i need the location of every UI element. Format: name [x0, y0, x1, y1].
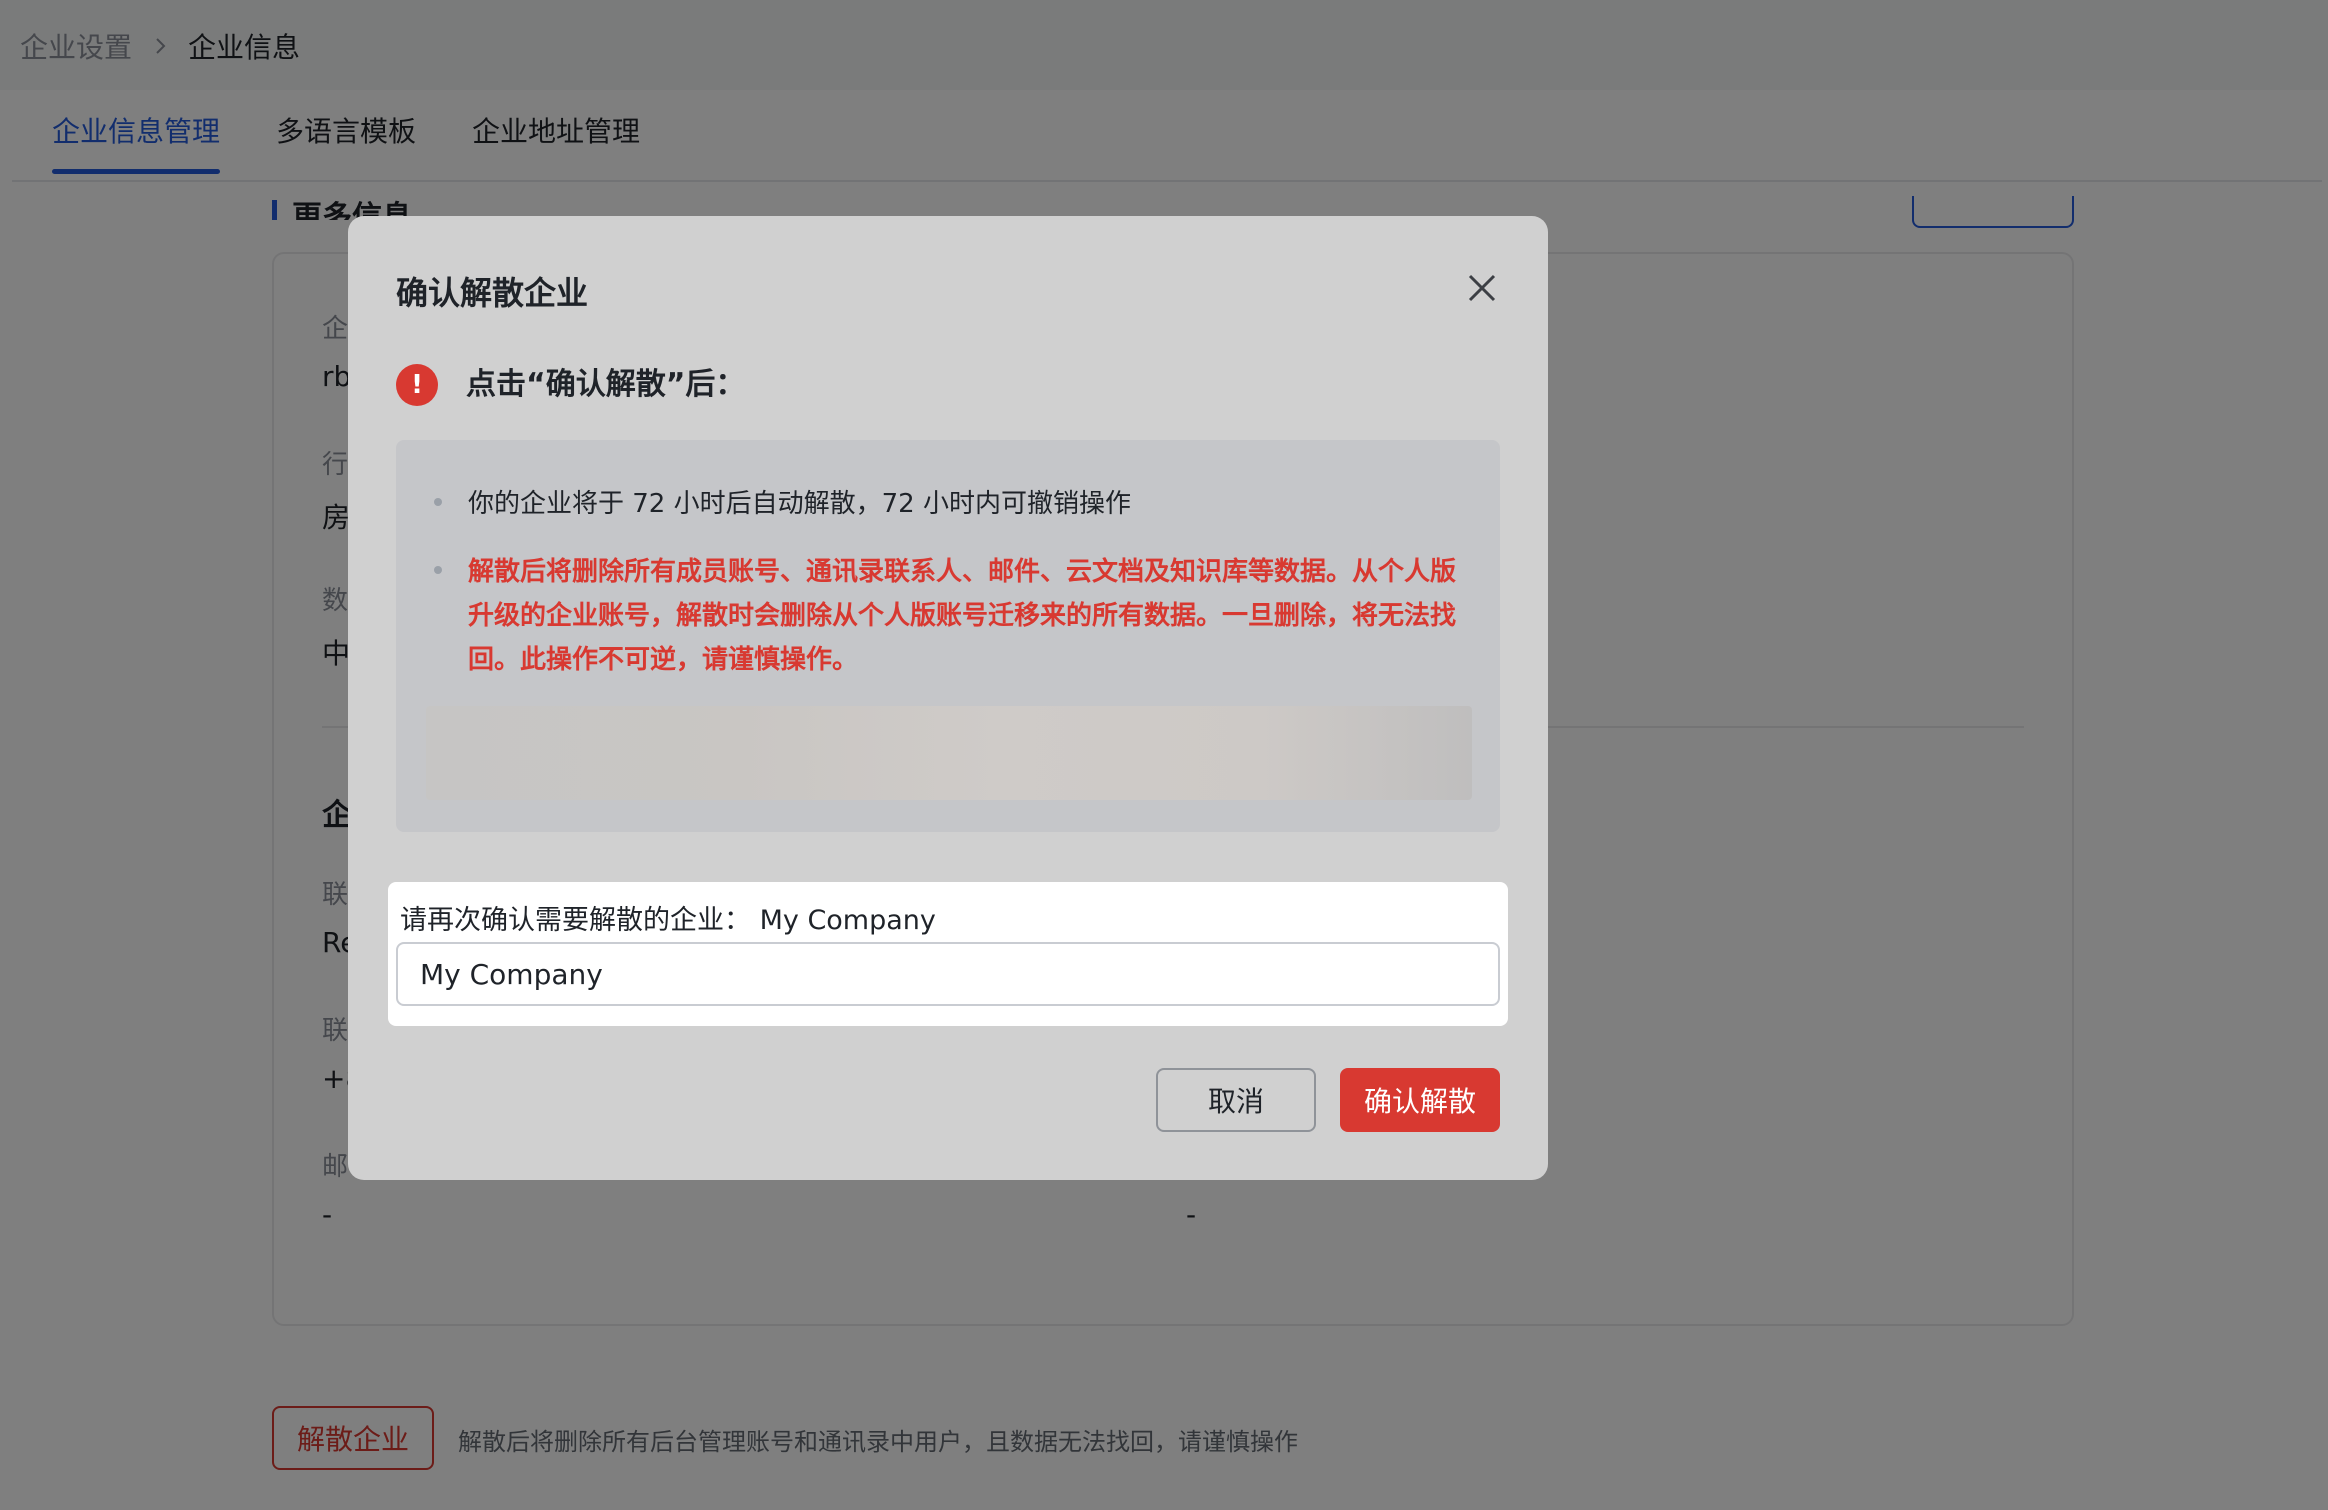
confirm-panel: 请再次确认需要解散的企业： My Company — [388, 882, 1508, 1026]
dialog-title: 确认解散企业 — [396, 274, 589, 312]
confirm-dissolve-button[interactable]: 确认解散 — [1340, 1068, 1500, 1132]
notice-line-warning: 解散后将删除所有成员账号、通讯录联系人、邮件、云文档及知识库等数据。从个人版升级… — [468, 557, 1457, 675]
close-icon[interactable] — [1460, 266, 1504, 310]
bullet-dot-icon — [434, 498, 442, 506]
notice-box: 你的企业将于 72 小时后自动解散，72 小时内可撤销操作 解散后将删除所有成员… — [396, 440, 1500, 832]
dissolve-confirm-dialog: 确认解散企业 ! 点击“确认解散”后： 你的企业将于 72 小时后自动解散，72… — [348, 216, 1548, 1180]
notice-line: 你的企业将于 72 小时后自动解散，72 小时内可撤销操作 — [468, 489, 1131, 519]
exclamation-circle-icon: ! — [396, 364, 438, 406]
confirm-label: 请再次确认需要解散的企业： My Company — [400, 905, 936, 936]
bullet-dot-icon — [434, 566, 442, 574]
company-name-input[interactable] — [396, 942, 1500, 1006]
cancel-button[interactable]: 取消 — [1156, 1068, 1316, 1132]
blurred-region — [426, 706, 1472, 800]
warning-heading: 点击“确认解散”后： — [466, 367, 746, 402]
